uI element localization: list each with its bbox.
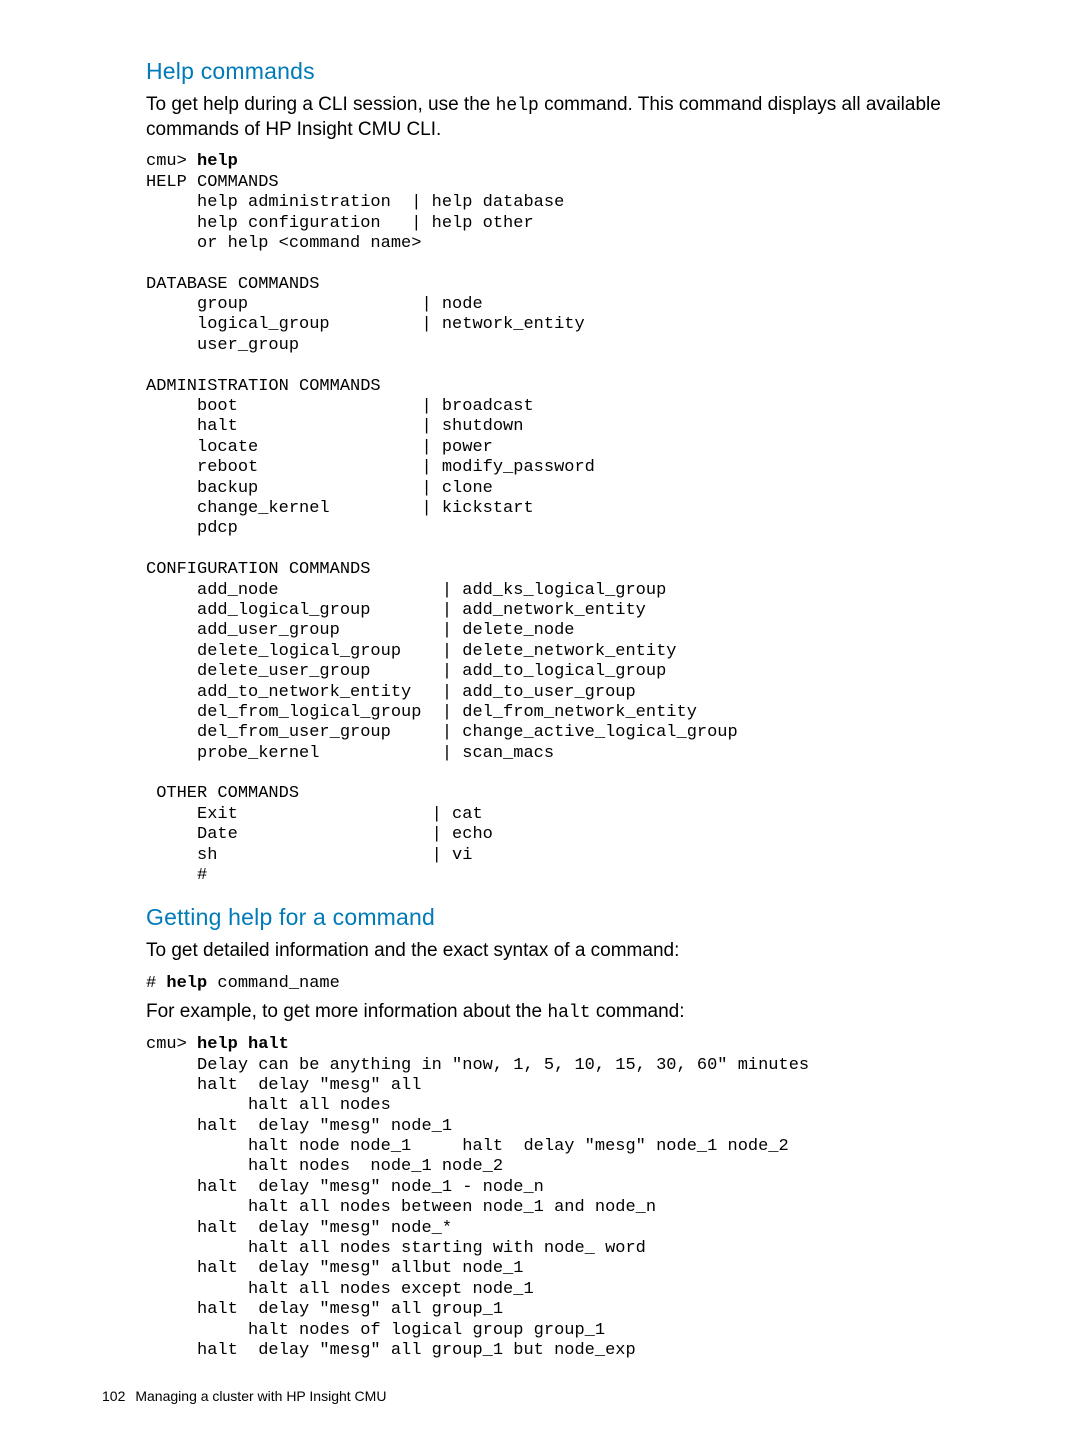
text-fragment: To get help during a CLI session, use th… [146, 94, 496, 115]
page-content: Help commands To get help during a CLI s… [0, 0, 1080, 1409]
inline-code-help: help [496, 96, 539, 116]
cli-block-help-halt: cmu> help halt Delay can be anything in … [146, 1035, 1020, 1361]
usage-command: help [166, 974, 207, 993]
usage-arg: command_name [207, 974, 340, 993]
page-footer: 102 Managing a cluster with HP Insight CM… [102, 1388, 386, 1404]
paragraph-getting-help-intro: To get detailed information and the exac… [146, 939, 1020, 963]
cli-command: help halt [197, 1035, 289, 1054]
heading-getting-help: Getting help for a command [146, 904, 1020, 931]
text-fragment: For example, to get more information abo… [146, 1001, 547, 1022]
page-number: 102 [102, 1388, 125, 1404]
text-fragment: command: [591, 1001, 685, 1022]
cli-prompt: cmu> [146, 1035, 197, 1054]
paragraph-help-intro: To get help during a CLI session, use th… [146, 93, 1020, 142]
cli-block-help: cmu> help HELP COMMANDS help administrat… [146, 152, 1020, 886]
usage-prefix: # [146, 974, 166, 993]
cli-prompt: cmu> [146, 152, 197, 171]
cli-usage-line: # help command_name [146, 974, 1020, 994]
paragraph-example: For example, to get more information abo… [146, 1000, 1020, 1025]
cli-output: Delay can be anything in "now, 1, 5, 10,… [146, 1056, 809, 1360]
footer-chapter: Managing a cluster with HP Insight CMU [135, 1388, 386, 1404]
heading-help-commands: Help commands [146, 58, 1020, 85]
cli-command: help [197, 152, 238, 171]
inline-code-halt: halt [547, 1003, 590, 1023]
cli-output: HELP COMMANDS help administration | help… [146, 173, 738, 885]
